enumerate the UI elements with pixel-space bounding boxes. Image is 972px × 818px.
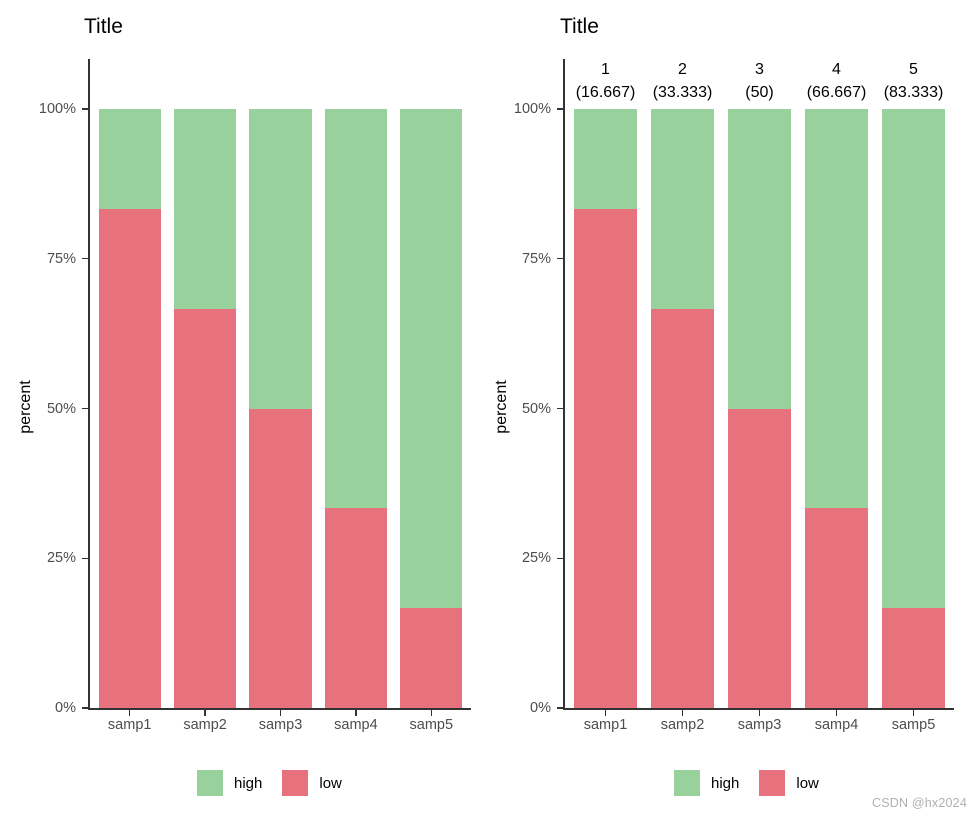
- x-tick-mark: [912, 709, 915, 716]
- bar-stack-samp5[interactable]: [881, 109, 946, 708]
- x-tick-mark: [604, 709, 607, 716]
- y-axis-line-right: [563, 59, 565, 708]
- bar-segment-samp1-low[interactable]: [573, 208, 638, 708]
- legend-label-low: low: [796, 774, 819, 792]
- y-tick-label: 25%: [521, 550, 551, 567]
- y-tick-mark: [557, 707, 563, 709]
- bar-segment-samp2-high[interactable]: [650, 109, 715, 309]
- bar-segment-samp4-low[interactable]: [804, 508, 869, 708]
- chart-panel-right: Title percent 0% 25% 50% 75% 100% samp1 samp2 sam…: [0, 0, 972, 818]
- x-tick-label-samp5: samp5: [891, 717, 936, 733]
- y-tick-mark: [557, 258, 563, 260]
- column-annotation-samp5: 5 (83.333): [866, 58, 961, 104]
- legend-key-background: [670, 766, 704, 800]
- column-annotation-rank: 5: [909, 61, 918, 78]
- bar-segment-samp1-high[interactable]: [573, 109, 638, 209]
- x-tick-mark: [758, 709, 761, 716]
- watermark-text: CSDN @hx2024: [872, 796, 967, 810]
- y-tick-mark: [557, 407, 563, 410]
- plot-area-right: [567, 109, 952, 708]
- legend-key-background: [755, 766, 790, 800]
- column-annotation-value: (83.333): [883, 84, 944, 102]
- bar-segment-samp3-high[interactable]: [727, 109, 792, 409]
- bar-stack-samp4[interactable]: [804, 109, 869, 708]
- legend-swatch-low-icon: [759, 770, 786, 796]
- y-tick-label: 75%: [521, 250, 551, 267]
- bar-segment-samp3-low[interactable]: [727, 408, 792, 708]
- bar-stack-samp3[interactable]: [727, 109, 792, 708]
- legend-label-high: high: [711, 774, 740, 792]
- x-tick-mark: [681, 709, 684, 716]
- y-tick-label: 100%: [513, 101, 551, 117]
- bar-segment-samp4-high[interactable]: [804, 109, 869, 509]
- legend-item-low[interactable]: low: [755, 766, 835, 800]
- bar-stack-samp1[interactable]: [573, 109, 638, 708]
- bar-segment-samp5-low[interactable]: [881, 608, 946, 708]
- bar-segment-samp2-low[interactable]: [650, 308, 715, 708]
- legend-right: high low: [670, 766, 835, 800]
- y-tick-mark: [557, 108, 563, 110]
- y-tick-mark: [557, 557, 563, 559]
- bar-stack-samp2[interactable]: [650, 109, 715, 708]
- y-tick-label: 50%: [521, 400, 551, 417]
- legend-item-high[interactable]: high: [670, 766, 755, 800]
- x-tick-mark: [835, 709, 838, 716]
- panel-title-right: Title: [560, 15, 599, 38]
- chart-canvas: Title percent 0% 25% 50% 75% 100% samp1 samp2 sam…: [0, 0, 972, 818]
- bar-segment-samp5-high[interactable]: [881, 109, 946, 609]
- y-tick-label: 0%: [530, 700, 551, 716]
- legend-swatch-high-icon: [674, 770, 700, 796]
